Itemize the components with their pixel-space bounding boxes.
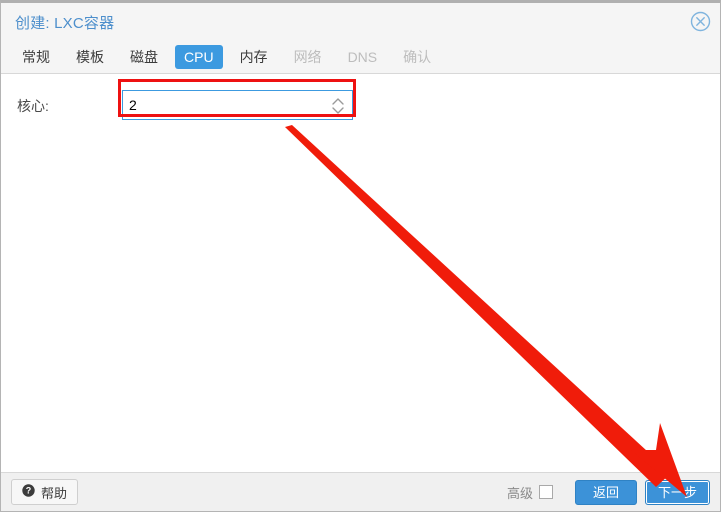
dialog-titlebar: 创建: LXC容器 bbox=[1, 3, 720, 41]
tab-confirm: 确认 bbox=[403, 49, 432, 65]
advanced-toggle[interactable]: 高级 bbox=[507, 483, 553, 502]
tab-general[interactable]: 常规 bbox=[13, 45, 59, 69]
tab-disk[interactable]: 磁盘 bbox=[121, 45, 167, 69]
cores-input[interactable] bbox=[123, 91, 325, 119]
cores-label: 核心: bbox=[17, 98, 49, 114]
tab-dns: DNS bbox=[347, 49, 378, 65]
wizard-tabbar: 常规 模板 磁盘 CPU 内存 网络 DNS 确认 bbox=[1, 41, 720, 73]
tab-cpu[interactable]: CPU bbox=[175, 45, 223, 69]
cores-input-wrapper[interactable] bbox=[122, 90, 353, 120]
tab-memory[interactable]: 内存 bbox=[231, 45, 277, 69]
tab-network: 网络 bbox=[293, 49, 322, 65]
dialog-footer: ? 帮助 高级 返回 下一步 bbox=[1, 473, 720, 511]
close-icon[interactable] bbox=[690, 11, 711, 32]
cores-field-row: 核心: bbox=[1, 86, 720, 122]
advanced-checkbox[interactable] bbox=[538, 485, 553, 499]
tab-template[interactable]: 模板 bbox=[67, 45, 113, 69]
help-button-label: 帮助 bbox=[41, 485, 68, 501]
advanced-label: 高级 bbox=[506, 485, 533, 501]
create-lxc-container-dialog: 创建: LXC容器 常规 模板 磁盘 CPU 内存 网络 DNS 确认 核心: bbox=[0, 0, 721, 512]
cpu-settings-panel: 核心: bbox=[1, 73, 720, 473]
back-button[interactable]: 返回 bbox=[574, 479, 637, 505]
svg-text:?: ? bbox=[26, 486, 32, 496]
dialog-title: 创建: LXC容器 bbox=[15, 14, 115, 32]
help-button[interactable]: ? 帮助 bbox=[11, 479, 79, 505]
next-button[interactable]: 下一步 bbox=[644, 479, 710, 505]
question-circle-icon: ? bbox=[22, 484, 35, 500]
spinner-updown-icon[interactable] bbox=[328, 94, 348, 118]
